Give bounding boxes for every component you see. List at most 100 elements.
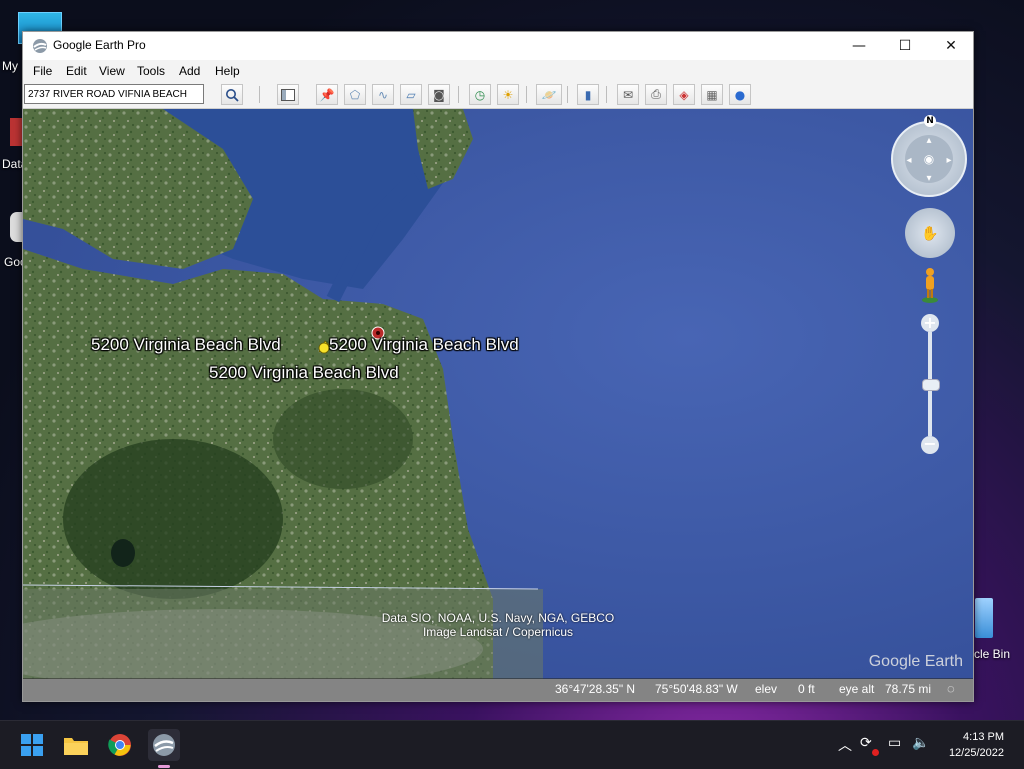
network-icon[interactable]: ▭ <box>888 735 901 751</box>
folder-icon <box>64 738 88 755</box>
street-view-pegman-icon[interactable] <box>921 267 939 303</box>
status-bar: 36°47'28.35" N 75°50'48.83" W elev 0 ft … <box>23 678 973 701</box>
attribution-data: Data SIO, NOAA, U.S. Navy, NGA, GEBCO <box>381 611 615 625</box>
chrome-icon <box>108 734 131 756</box>
close-icon: ✕ <box>945 38 957 54</box>
attribution-image: Image Landsat / Copernicus <box>422 625 574 639</box>
search-input[interactable] <box>24 84 204 104</box>
chrome-button[interactable] <box>104 729 136 761</box>
path-icon: ∿ <box>377 87 389 102</box>
view-in-maps-button[interactable]: ◈ <box>673 84 695 105</box>
svg-text:▾: ▾ <box>926 173 931 184</box>
sidebar-toggle-button[interactable] <box>277 84 299 105</box>
google-earth-window: Google Earth Pro — ☐ ✕ File Edit View To… <box>22 31 974 702</box>
maximize-button[interactable]: ☐ <box>882 32 928 60</box>
zoom-thumb[interactable] <box>922 379 940 391</box>
elevation-label: elev <box>755 682 778 696</box>
north-label: N <box>926 116 934 126</box>
title-bar[interactable]: Google Earth Pro — ☐ ✕ <box>23 32 973 60</box>
toolbar-separator <box>458 86 459 103</box>
sync-icon[interactable]: ⟳ <box>860 735 872 751</box>
eye-altitude-value: 78.75 mi <box>885 682 932 696</box>
svg-text:◉: ◉ <box>924 152 934 166</box>
placemark-pin-icon: 📌 <box>319 87 335 102</box>
move-control[interactable]: ✋ <box>905 208 955 258</box>
minimize-icon: — <box>852 38 866 54</box>
clock-time: 4:13 PM <box>963 731 1004 743</box>
menu-file[interactable]: File <box>33 64 52 78</box>
toolbar-separator <box>606 86 607 103</box>
save-image-button[interactable]: ▦ <box>701 84 723 105</box>
ruler-button[interactable]: ▮ <box>577 84 599 105</box>
eye-icon: ◉ ▴ ▾ ◂ ▸ <box>905 135 953 184</box>
earth-map-view[interactable]: 5200 Virginia Beach Blvd 5200 Virginia B… <box>23 109 973 679</box>
google-earth-logo: Google Earth <box>868 653 963 670</box>
compass-north-marker[interactable]: N <box>924 115 936 127</box>
print-button[interactable]: ⎙ <box>645 84 667 105</box>
print-icon: ⎙ <box>651 87 661 101</box>
email-icon: ✉ <box>622 87 634 102</box>
svg-text:▴: ▴ <box>926 135 931 146</box>
historical-imagery-button[interactable]: ◷ <box>469 84 491 105</box>
system-clock[interactable]: 4:13 PM 12/25/2022 <box>949 729 1004 761</box>
ruler-icon: ▮ <box>584 87 592 102</box>
menu-view[interactable]: View <box>99 64 125 78</box>
volume-icon[interactable]: 🔈 <box>912 735 929 751</box>
desktop-label-my: My <box>2 59 18 73</box>
desktop-label-recycle-bin: cle Bin <box>974 647 1011 661</box>
polygon-icon: ⬠ <box>349 87 361 102</box>
window-title: Google Earth Pro <box>53 38 146 52</box>
google-earth-icon <box>153 734 175 756</box>
globe-icon: ● <box>734 87 746 102</box>
place-label[interactable]: 5200 Virginia Beach Blvd <box>329 335 519 355</box>
zoom-in-button[interactable]: + <box>921 314 939 332</box>
maps-icon: ◈ <box>679 87 689 102</box>
save-image-icon: ▦ <box>706 87 718 102</box>
toolbar-separator <box>526 86 527 103</box>
svg-text:◂: ◂ <box>906 155 911 166</box>
place-label[interactable]: 5200 Virginia Beach Blvd <box>91 335 281 355</box>
close-button[interactable]: ✕ <box>928 32 974 60</box>
hand-icon: ✋ <box>921 225 938 242</box>
windows-logo-icon <box>21 734 43 756</box>
sun-icon: ☀ <box>502 87 514 102</box>
map-attribution: Data SIO, NOAA, U.S. Navy, NGA, GEBCO Im… <box>363 611 633 639</box>
add-path-button[interactable]: ∿ <box>372 84 394 105</box>
google-earth-app-icon <box>33 39 47 53</box>
start-button[interactable] <box>16 729 48 761</box>
search-icon <box>226 88 239 102</box>
sidebar-icon <box>281 88 295 101</box>
record-tour-button[interactable]: ◙ <box>428 84 450 105</box>
menu-help[interactable]: Help <box>215 64 240 78</box>
recycle-bin-icon[interactable] <box>975 598 993 638</box>
sunlight-button[interactable]: ☀ <box>497 84 519 105</box>
toolbar-separator <box>567 86 568 103</box>
taskbar: ︿ ⟳ ▭ 🔈 4:13 PM 12/25/2022 <box>0 720 1024 769</box>
clock-icon: ◷ <box>474 87 486 102</box>
look-control[interactable]: ◉ ▴ ▾ ◂ ▸ <box>891 121 967 197</box>
show-hidden-icons-chevron-icon[interactable]: ︿ <box>838 735 852 755</box>
switch-planet-button[interactable]: 🪐 <box>536 84 562 105</box>
zoom-out-button[interactable]: − <box>921 436 939 454</box>
google-earth-taskbar-button[interactable] <box>148 729 180 761</box>
add-polygon-button[interactable]: ⬠ <box>344 84 366 105</box>
minimize-button[interactable]: — <box>836 32 882 60</box>
toolbar: 📌 ⬠ ∿ ▱ ◙ ◷ ☀ 🪐 ▮ ✉ ⎙ ◈ ▦ ● <box>23 82 973 109</box>
place-label[interactable]: 5200 Virginia Beach Blvd <box>209 363 399 383</box>
add-image-overlay-button[interactable]: ▱ <box>400 84 422 105</box>
clock-date: 12/25/2022 <box>948 747 1004 759</box>
notification-dot <box>872 749 879 756</box>
menu-edit[interactable]: Edit <box>66 64 87 78</box>
file-explorer-button[interactable] <box>60 729 92 761</box>
svg-text:✋: ✋ <box>921 225 938 242</box>
image-overlay-icon: ▱ <box>406 87 416 102</box>
zoom-slider[interactable]: + − <box>921 314 940 454</box>
latitude-readout: 36°47'28.35" N <box>555 682 636 696</box>
menu-tools[interactable]: Tools <box>137 64 165 78</box>
loading-spinner-icon: ◌ <box>947 681 955 696</box>
search-button[interactable] <box>221 84 243 105</box>
menu-add[interactable]: Add <box>179 64 200 78</box>
add-placemark-button[interactable]: 📌 <box>316 84 338 105</box>
earth-gallery-button[interactable]: ● <box>729 84 751 105</box>
email-button[interactable]: ✉ <box>617 84 639 105</box>
